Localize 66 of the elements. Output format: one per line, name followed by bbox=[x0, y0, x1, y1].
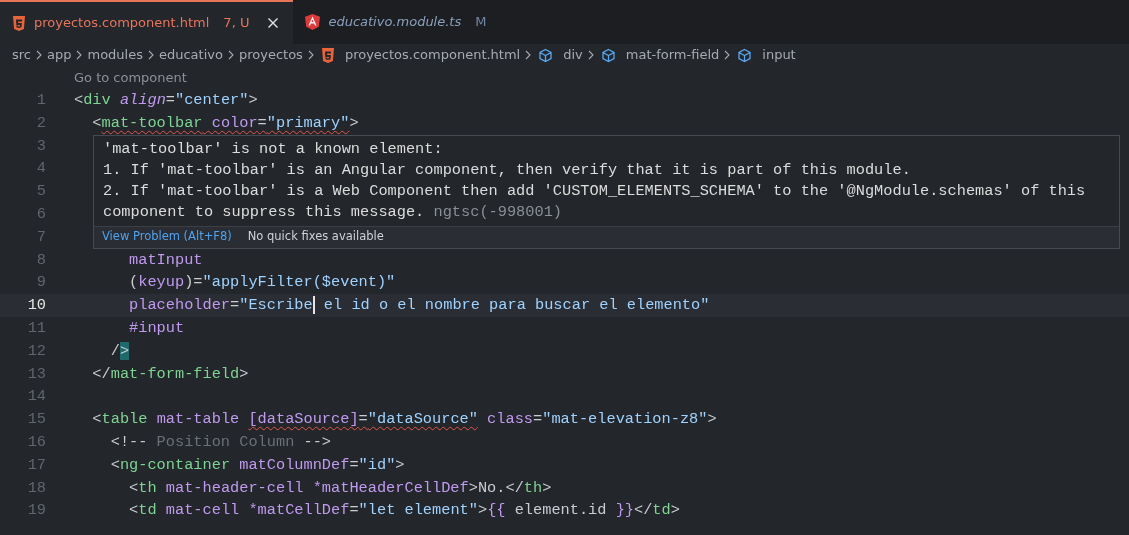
breadcrumb-item[interactable]: src bbox=[12, 45, 31, 65]
error-code: ngtsc(-998001) bbox=[433, 202, 562, 221]
line-number: 3 bbox=[35, 135, 47, 157]
code-line: <th mat-header-cell *matHeaderCellDef>No.</th> bbox=[128, 477, 552, 499]
breadcrumb-item[interactable]: mat-form-field bbox=[625, 45, 720, 65]
chevron-icon bbox=[226, 49, 235, 61]
close-icon bbox=[267, 17, 280, 29]
code-line: (keyup)="applyFilter($event)" bbox=[128, 272, 396, 294]
chevron-icon bbox=[75, 49, 84, 61]
chevron-icon bbox=[586, 49, 595, 61]
chevron-icon bbox=[35, 49, 43, 61]
code-line: <td mat-cell *matCellDef="let element">{{ element.id }}</td> bbox=[128, 500, 680, 522]
line-number: 16 bbox=[26, 431, 47, 453]
line-number: 7 bbox=[35, 226, 47, 248]
breadcrumb-item[interactable]: educativo bbox=[158, 45, 223, 65]
editor-tab[interactable]: proyectos.component.html 7, U bbox=[0, 0, 294, 44]
cube-icon bbox=[737, 47, 753, 63]
line-number: 5 bbox=[35, 181, 47, 203]
breadcrumb-item[interactable]: proyectos.component.html bbox=[344, 45, 521, 65]
breadcrumb-item[interactable]: app bbox=[47, 45, 72, 65]
breadcrumb-item[interactable]: proyectos bbox=[238, 45, 303, 65]
error-message: 2. If 'mat-toolbar' is a Web Component then add 'CUSTOM_ELEMENTS_SCHEMA' to the '@NgModule.schemas' of this bbox=[103, 181, 1086, 200]
code-line: <ng-container matColumnDef="id"> bbox=[109, 454, 405, 476]
breadcrumb-item[interactable]: modules bbox=[87, 45, 143, 65]
code-line: </mat-form-field> bbox=[91, 363, 249, 385]
code-line: matInput bbox=[128, 249, 203, 271]
line-number: 2 bbox=[35, 112, 47, 134]
code-line: placeholder="Escribe el id o el nombre para buscar el elemento" bbox=[128, 295, 710, 317]
error-message: component to suppress this message. bbox=[103, 202, 425, 221]
chevron-icon bbox=[146, 49, 155, 61]
quick-fix-note: No quick fixes available bbox=[247, 228, 384, 246]
line-number: 18 bbox=[26, 477, 47, 499]
line-number: 4 bbox=[35, 158, 47, 180]
line-number: 6 bbox=[35, 204, 47, 225]
code-line: <!-- Position Column --> bbox=[109, 431, 332, 453]
html-file-icon bbox=[12, 15, 26, 31]
line-number: 9 bbox=[35, 272, 47, 294]
cube-icon bbox=[538, 47, 554, 63]
cube-icon bbox=[600, 47, 616, 63]
line-number: 15 bbox=[26, 409, 47, 431]
line-number: 17 bbox=[26, 454, 47, 476]
code-line: <div align="center"> bbox=[74, 90, 258, 111]
html-file-icon bbox=[320, 47, 335, 63]
code-line: #input bbox=[128, 317, 185, 339]
codelens-link[interactable]: Go to component bbox=[0, 66, 1129, 89]
error-message: 'mat-toolbar' is not a known element: bbox=[103, 139, 443, 158]
view-problem-link[interactable]: View Problem (Alt+F8) bbox=[102, 228, 232, 246]
chevron-icon bbox=[306, 49, 315, 61]
code-line: <mat-toolbar color="primary"> bbox=[91, 112, 359, 134]
line-number: 19 bbox=[26, 500, 47, 522]
line-number: 8 bbox=[35, 249, 47, 271]
chevron-icon bbox=[723, 49, 732, 61]
error-message: 1. If 'mat-toolbar' is an Angular component, then verify that it is part of this module. bbox=[103, 160, 911, 179]
line-number: 14 bbox=[26, 386, 47, 408]
breadcrumb-item[interactable]: div bbox=[563, 45, 583, 65]
editor-tab[interactable]: educativo.module.ts M bbox=[293, 0, 499, 44]
line-number: 12 bbox=[26, 340, 47, 362]
code-line: /> bbox=[109, 340, 130, 362]
line-number: 13 bbox=[26, 363, 47, 385]
shield-icon bbox=[305, 14, 321, 30]
line-number: 1 bbox=[35, 90, 47, 111]
line-number: 10 bbox=[26, 295, 47, 317]
chevron-icon bbox=[524, 49, 533, 61]
breadcrumb-item[interactable]: input bbox=[762, 45, 796, 65]
code-line: <table mat-table [dataSource]="dataSource" class="mat-elevation-z8"> bbox=[91, 409, 717, 431]
line-number: 11 bbox=[26, 317, 47, 339]
